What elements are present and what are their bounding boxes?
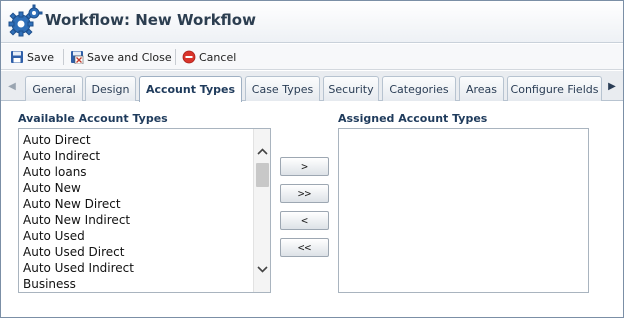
list-item[interactable]: Auto Used — [19, 228, 270, 244]
available-account-types-list[interactable]: Auto Direct Auto Indirect Auto loans Auto N… — [18, 128, 271, 293]
available-list-scrollbar[interactable] — [253, 129, 270, 292]
available-account-types-label: Available Account Types — [18, 112, 168, 125]
tab-account-types[interactable]: Account Types — [139, 76, 242, 102]
window-title: Workflow: New Workflow — [45, 11, 256, 29]
tab-areas[interactable]: Areas — [459, 76, 504, 101]
add-all-button[interactable]: >> — [280, 184, 329, 203]
list-item[interactable]: Auto loans — [19, 164, 270, 180]
list-item[interactable]: Auto Used Indirect — [19, 260, 270, 276]
remove-selected-button[interactable]: < — [280, 211, 329, 230]
save-label: Save — [27, 50, 55, 64]
workflow-window: Workflow: New Workflow Save Save and Clo… — [0, 0, 624, 318]
list-item[interactable]: Business — [19, 276, 270, 292]
save-and-close-button[interactable]: Save and Close — [70, 48, 172, 66]
cancel-label: Cancel — [199, 50, 237, 64]
scroll-thumb[interactable] — [256, 163, 269, 187]
gears-icon — [8, 4, 43, 37]
title-bar: Workflow: New Workflow — [1, 1, 623, 43]
tab-categories[interactable]: Categories — [382, 76, 456, 101]
tab-scroll-right-icon[interactable]: ▶ — [604, 75, 620, 97]
cancel-button[interactable]: Cancel — [182, 48, 236, 66]
save-button[interactable]: Save — [10, 48, 54, 66]
list-item[interactable]: Auto Indirect — [19, 148, 270, 164]
list-item[interactable]: Auto New — [19, 180, 270, 196]
list-item[interactable]: Auto New Indirect — [19, 212, 270, 228]
scroll-up-icon[interactable] — [254, 143, 270, 160]
tab-case-types[interactable]: Case Types — [245, 76, 320, 101]
tab-bar: ◀ General Design Account Types Case Type… — [1, 71, 623, 102]
save-close-icon — [71, 51, 84, 64]
add-selected-button[interactable]: > — [280, 157, 329, 176]
tab-configure-fields[interactable]: Configure Fields — [507, 76, 602, 101]
assigned-account-types-label: Assigned Account Types — [338, 112, 488, 125]
toolbar-divider — [175, 49, 176, 65]
tab-design[interactable]: Design — [85, 76, 136, 101]
scroll-down-icon[interactable] — [254, 261, 270, 278]
toolbar-divider — [63, 49, 64, 65]
tab-scroll-left-icon[interactable]: ◀ — [4, 75, 20, 97]
cancel-icon — [182, 50, 196, 64]
remove-all-button[interactable]: << — [280, 238, 329, 257]
save-and-close-label: Save and Close — [87, 50, 172, 64]
tab-security[interactable]: Security — [323, 76, 379, 101]
assigned-account-types-list[interactable] — [338, 128, 589, 293]
list-item[interactable]: Auto Used Direct — [19, 244, 270, 260]
tab-general[interactable]: General — [25, 76, 83, 101]
list-item[interactable]: Auto New Direct — [19, 196, 270, 212]
floppy-disk-icon — [11, 51, 23, 63]
toolbar: Save Save and Close Cancel — [1, 44, 623, 70]
list-item[interactable]: Auto Direct — [19, 132, 270, 148]
